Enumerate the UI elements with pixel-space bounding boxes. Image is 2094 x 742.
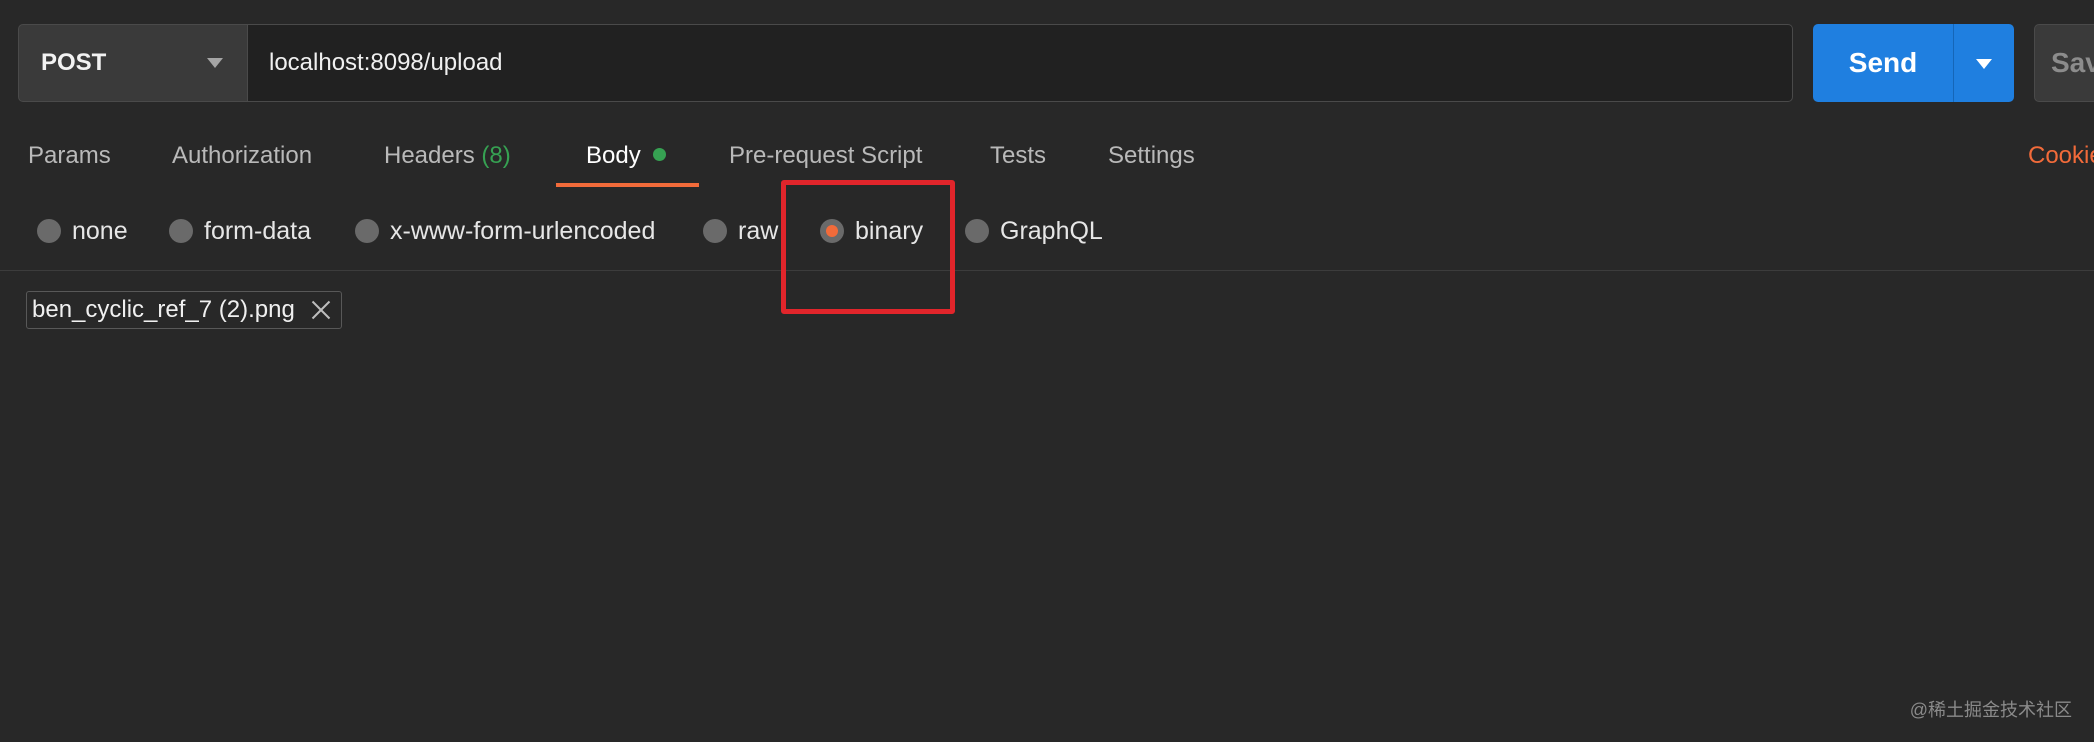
radio-icon [965, 219, 989, 243]
body-type-graphql[interactable]: GraphQL [965, 215, 1103, 247]
radio-label: none [72, 216, 128, 245]
radio-label: GraphQL [1000, 216, 1103, 245]
tab-authorization[interactable]: Authorization [172, 141, 312, 171]
tab-tests[interactable]: Tests [990, 141, 1046, 171]
watermark: @稀土掘金技术社区 [1909, 700, 2072, 720]
method-select[interactable]: POST [18, 24, 248, 102]
active-tab-underline [556, 183, 699, 187]
tab-settings[interactable]: Settings [1108, 141, 1195, 171]
headers-count: (8) [481, 142, 511, 169]
tab-label: Body [586, 142, 641, 169]
url-input[interactable] [248, 24, 1793, 102]
tab-label: Params [28, 142, 111, 169]
radio-label: raw [738, 216, 779, 245]
chevron-down-icon [207, 58, 223, 68]
body-type-x-www-form-urlencoded[interactable]: x-www-form-urlencoded [355, 215, 655, 247]
save-button[interactable]: Save [2034, 24, 2094, 102]
send-options-button[interactable] [1954, 24, 2014, 102]
body-indicator-dot-icon [652, 148, 666, 161]
tab-label: Settings [1108, 142, 1195, 169]
tab-headers[interactable]: Headers (8) [384, 141, 511, 171]
close-icon[interactable] [311, 300, 331, 320]
file-name: ben_cyclic_ref_7 (2).png [32, 296, 295, 323]
section-divider [0, 270, 2094, 271]
body-type-raw[interactable]: raw [703, 215, 778, 247]
tab-pre-request-script[interactable]: Pre-request Script [729, 141, 922, 171]
method-label: POST [41, 49, 107, 76]
radio-label: form-data [204, 216, 311, 245]
selected-file-chip: ben_cyclic_ref_7 (2).png [26, 291, 342, 329]
tab-body[interactable]: Body [586, 141, 666, 171]
annotation-highlight-box [781, 180, 955, 314]
chevron-down-icon [1976, 59, 1992, 69]
tab-params[interactable]: Params [28, 141, 111, 171]
cookies-link[interactable]: Cookies [2028, 141, 2094, 171]
send-button[interactable]: Send [1813, 24, 1953, 102]
tab-label: Pre-request Script [729, 142, 923, 169]
tab-label: Tests [990, 142, 1047, 169]
tab-label: Authorization [172, 142, 313, 169]
body-type-none[interactable]: none [37, 215, 128, 247]
radio-icon [37, 219, 61, 243]
body-type-form-data[interactable]: form-data [169, 215, 311, 247]
tab-label: Headers [384, 142, 475, 169]
radio-icon [355, 219, 379, 243]
radio-icon [169, 219, 193, 243]
radio-label: x-www-form-urlencoded [390, 216, 656, 245]
radio-icon [703, 219, 727, 243]
